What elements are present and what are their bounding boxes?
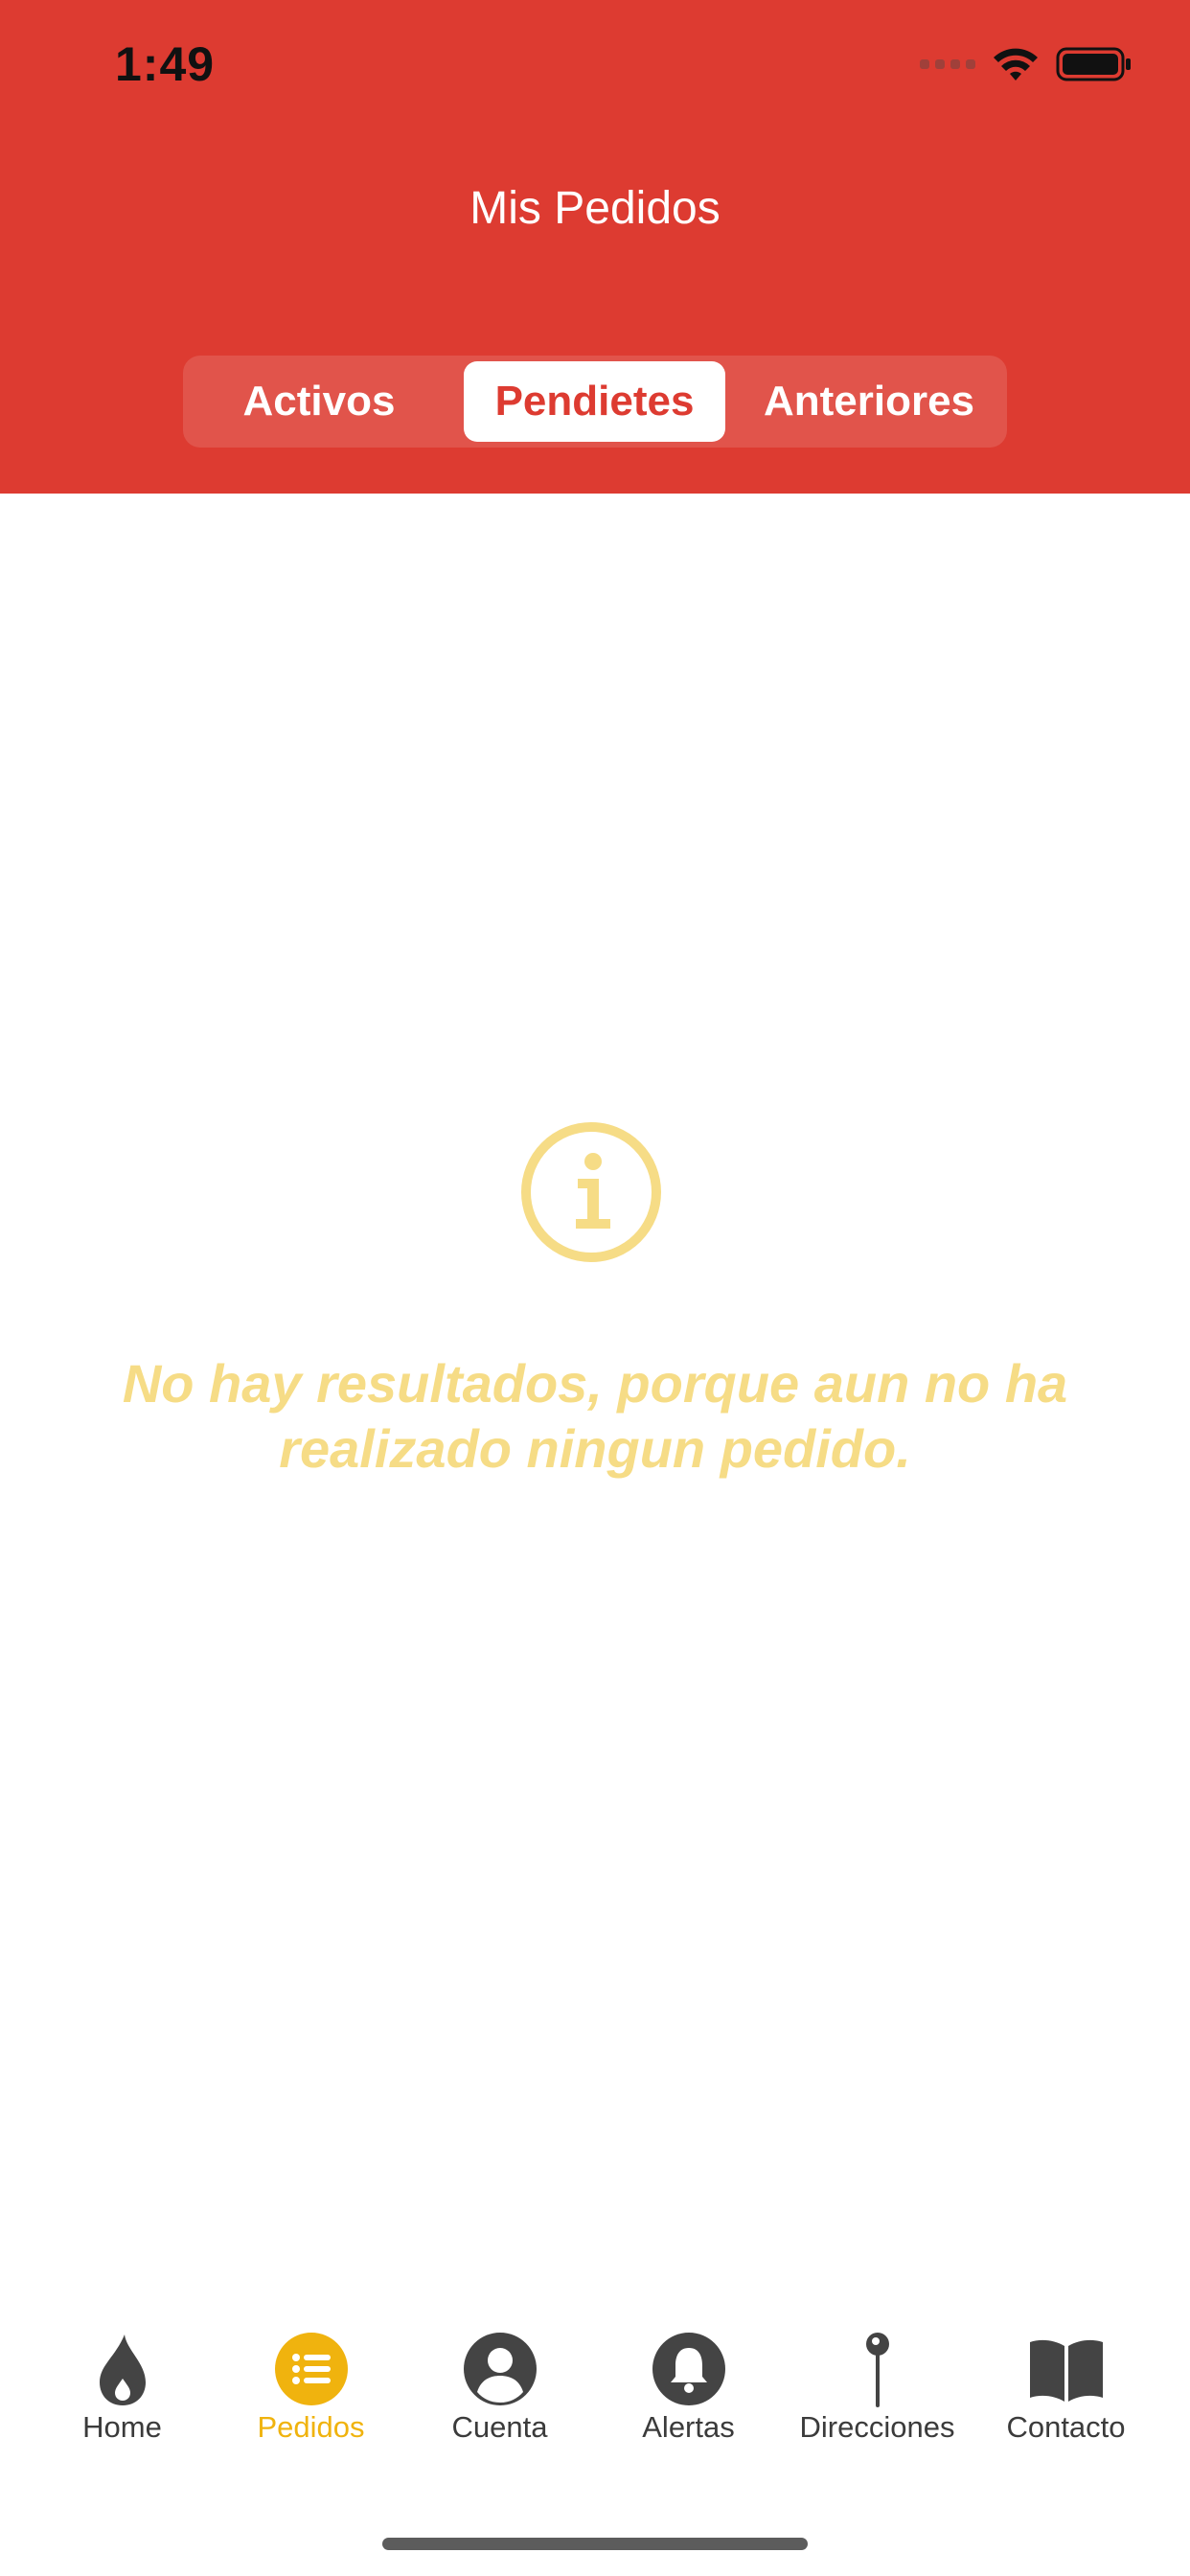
- header: 1:49 Mis Pedidos Activos Pendietes Anter…: [0, 0, 1190, 494]
- book-icon: [1029, 2339, 1103, 2402]
- tab-alertas[interactable]: Alertas: [594, 2310, 783, 2472]
- page-title: Mis Pedidos: [469, 183, 721, 234]
- segment-pendientes[interactable]: Pendietes: [464, 361, 725, 442]
- empty-state-message: No hay resultados, porque aun no ha real…: [122, 1353, 1068, 1479]
- user-icon: [463, 2333, 537, 2405]
- status-icons: [920, 40, 1133, 88]
- segment-activos[interactable]: Activos: [189, 361, 449, 442]
- status-time: 1:49: [115, 37, 216, 91]
- tab-cuenta[interactable]: Cuenta: [405, 2310, 594, 2472]
- segmented-control: Activos Pendietes Anteriores: [183, 356, 1007, 448]
- tab-pedidos[interactable]: Pedidos: [217, 2310, 405, 2472]
- battery-icon: [1056, 47, 1131, 81]
- home-indicator[interactable]: [382, 2538, 808, 2550]
- tab-home[interactable]: Home: [28, 2310, 217, 2472]
- info-circle-icon: [521, 1122, 661, 1262]
- tab-contacto[interactable]: Contacto: [972, 2310, 1160, 2472]
- list-icon: [274, 2333, 348, 2405]
- tab-direcciones[interactable]: Direcciones: [783, 2310, 972, 2472]
- segment-anteriores[interactable]: Anteriores: [737, 361, 1001, 442]
- flame-icon: [99, 2334, 146, 2405]
- wifi-icon: [994, 48, 1038, 80]
- tab-bar: Home Pedidos Cuenta Alertas Direcciones …: [0, 2310, 1190, 2482]
- cellular-signal-icon: [920, 59, 975, 69]
- pin-icon: [865, 2333, 889, 2407]
- tab-contacto-label: Contacto: [1006, 2410, 1126, 2444]
- bell-icon: [652, 2333, 725, 2405]
- screen: 1:49 Mis Pedidos Activos Pendietes Anter…: [0, 0, 1190, 2576]
